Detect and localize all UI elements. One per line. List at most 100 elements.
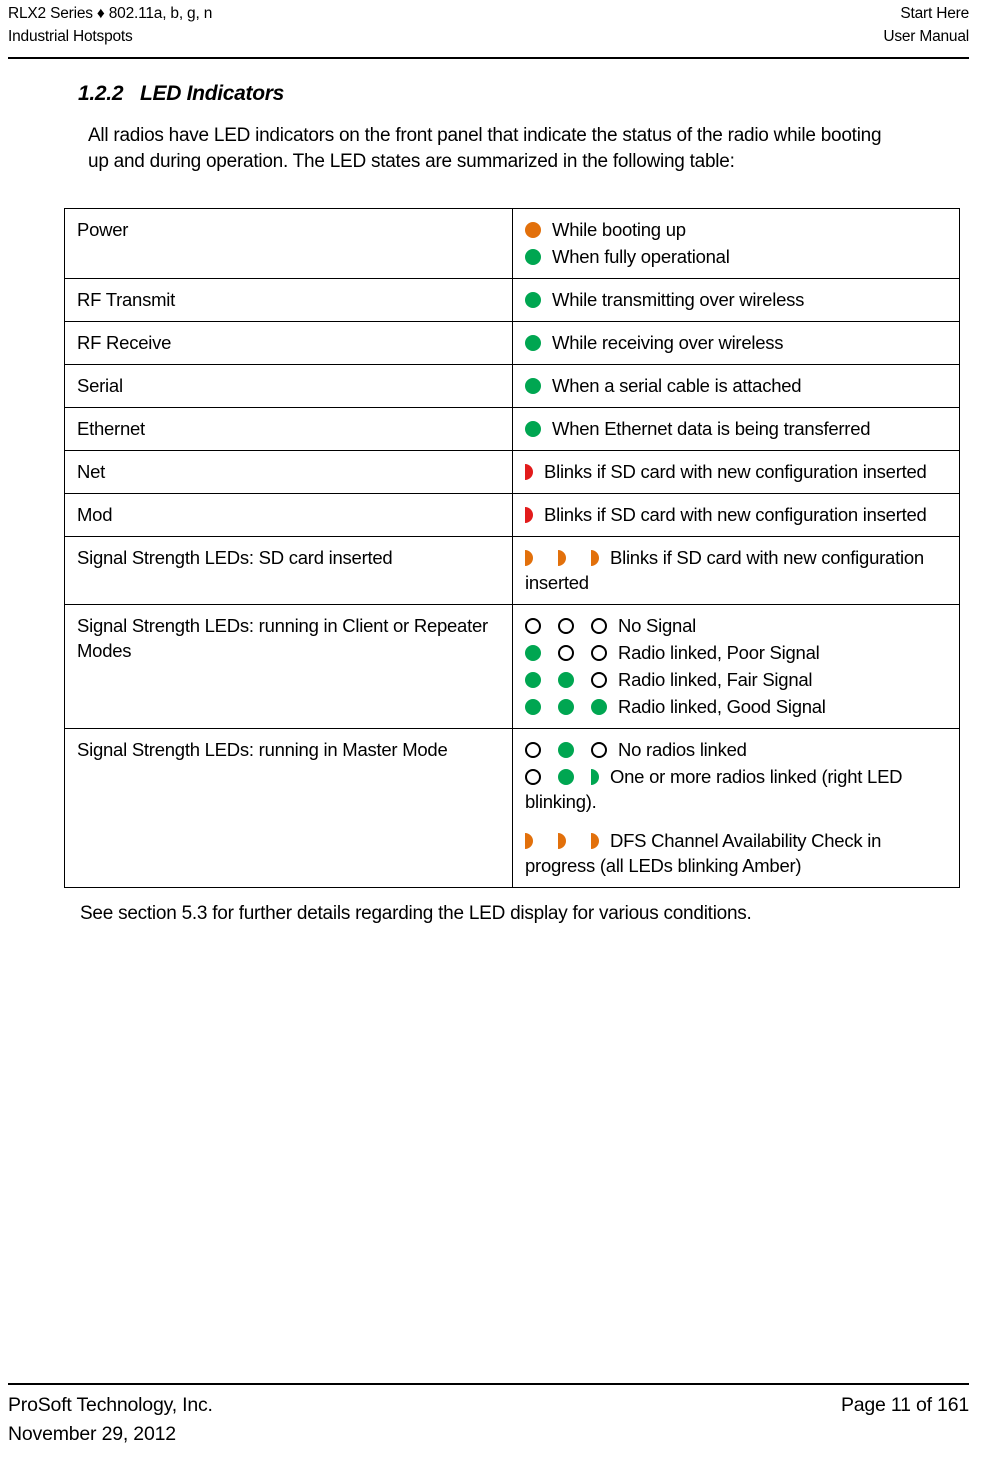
led-table-body: Power While booting up When fully operatio… [64, 208, 960, 888]
led-off-icon [591, 742, 607, 758]
section-heading: 1.2.2 LED Indicators [78, 80, 981, 108]
led-name-cell: Net [64, 450, 513, 494]
table-row: Net Blinks if SD card with new configurat… [64, 450, 960, 494]
led-glyph-group [525, 502, 533, 527]
led-state-line: Blinks if SD card with new configuration… [525, 545, 949, 595]
led-green-icon [525, 645, 541, 661]
led-description-cell: When a serial cable is attached [512, 364, 960, 408]
led-green-icon [525, 249, 541, 265]
led-glyph-group [525, 244, 541, 269]
footer-left-block: ProSoft Technology, Inc. November 29, 20… [8, 1391, 213, 1449]
led-state-line: While transmitting over wireless [525, 287, 949, 312]
led-blink-orange-icon [591, 833, 599, 849]
led-green-icon [525, 292, 541, 308]
led-green-icon [525, 378, 541, 394]
led-glyph-group [525, 694, 607, 719]
led-green-icon [558, 769, 574, 785]
table-row: RF Receive While receiving over wireless [64, 321, 960, 365]
table-row: Mod Blinks if SD card with new configurat… [64, 493, 960, 537]
led-state-text: When Ethernet data is being transferred [552, 418, 871, 439]
led-blink-orange-icon [525, 833, 533, 849]
led-state-line: When fully operational [525, 244, 949, 269]
led-glyph-group [525, 287, 541, 312]
led-state-text: No radios linked [618, 739, 747, 760]
led-off-icon [525, 618, 541, 634]
led-state-text: When fully operational [552, 246, 730, 267]
led-state-line: Blinks if SD card with new configuration… [525, 502, 949, 527]
led-state-text: Blinks if SD card with new configuration… [544, 504, 927, 525]
table-row: RF Transmit While transmitting over wirel… [64, 278, 960, 322]
led-off-icon [591, 618, 607, 634]
led-name-cell: Ethernet [64, 407, 513, 451]
led-indicators-table: Power While booting up When fully operatio… [64, 208, 960, 888]
table-row: Signal Strength LEDs: running in Client … [64, 604, 960, 729]
led-blink-orange-icon [591, 550, 599, 566]
led-description-cell: Blinks if SD card with new configuration… [512, 536, 960, 605]
footer-right-block: Page 11 of 161 [841, 1391, 969, 1420]
led-state-text: Radio linked, Fair Signal [618, 669, 813, 690]
led-description-cell: While receiving over wireless [512, 321, 960, 365]
led-green-icon [591, 699, 607, 715]
led-glyph-group [525, 545, 599, 570]
table-row: Power While booting up When fully operatio… [64, 208, 960, 279]
led-off-icon [525, 769, 541, 785]
led-off-icon [591, 645, 607, 661]
page-content: 1.2.2 LED Indicators All radios have LED … [0, 80, 981, 927]
led-state-line: When Ethernet data is being transferred [525, 416, 949, 441]
table-row: Serial When a serial cable is attached [64, 364, 960, 408]
led-green-icon [525, 335, 541, 351]
led-off-icon [558, 645, 574, 661]
page-header: RLX2 Series ♦ 802.11a, b, g, n Industria… [8, 0, 969, 58]
header-product-line: RLX2 Series ♦ 802.11a, b, g, n [8, 5, 213, 22]
footer-date: November 29, 2012 [8, 1423, 176, 1445]
led-description-cell: When Ethernet data is being transferred [512, 407, 960, 451]
led-state-text: While transmitting over wireless [552, 289, 805, 310]
led-blink-red-icon [525, 464, 533, 480]
table-row: Ethernet When Ethernet data is being tran… [64, 407, 960, 451]
led-state-line: No radios linked [525, 737, 949, 762]
led-green-icon [558, 699, 574, 715]
header-divider-rule [8, 57, 969, 59]
led-glyph-group [525, 764, 599, 789]
led-state-text: No Signal [618, 615, 696, 636]
section-number: 1.2.2 [78, 82, 124, 105]
led-green-icon [525, 672, 541, 688]
led-green-icon [558, 672, 574, 688]
led-blink-orange-icon [558, 550, 566, 566]
led-name-cell: Signal Strength LEDs: SD card inserted [64, 536, 513, 605]
led-description-cell: While transmitting over wireless [512, 278, 960, 322]
header-doc-type: Start Here [900, 5, 969, 22]
led-glyph-group [525, 667, 607, 692]
led-glyph-group [525, 737, 607, 762]
header-right-block: Start Here User Manual [883, 2, 969, 48]
led-state-line: When a serial cable is attached [525, 373, 949, 398]
led-state-text: While receiving over wireless [552, 332, 784, 353]
led-off-icon [558, 618, 574, 634]
led-state-line: Blinks if SD card with new configuration… [525, 459, 949, 484]
led-glyph-group [525, 330, 541, 355]
led-description-cell: No Signal Radio linked, Poor Signal Radio … [512, 604, 960, 729]
led-state-text: Blinks if SD card with new configuration… [544, 461, 927, 482]
led-description-cell: Blinks if SD card with new configuration… [512, 450, 960, 494]
led-blink-orange-icon [558, 833, 566, 849]
led-blink-red-icon [525, 507, 533, 523]
led-glyph-group [525, 459, 533, 484]
intro-paragraph: All radios have LED indicators on the fr… [88, 125, 882, 172]
led-glyph-group [525, 828, 599, 853]
footer-page-number: Page 11 of 161 [840, 1394, 969, 1416]
led-state-line: No Signal [525, 613, 949, 638]
header-product-subtitle: Industrial Hotspots [8, 28, 133, 45]
led-glyph-group [525, 373, 541, 398]
footer-company: ProSoft Technology, Inc. [8, 1394, 213, 1416]
section-title: LED Indicators [140, 82, 284, 105]
led-state-line: While booting up [525, 217, 949, 242]
led-state-line: One or more radios linked (right LED bli… [525, 764, 949, 814]
header-left-block: RLX2 Series ♦ 802.11a, b, g, n Industria… [8, 2, 212, 48]
led-description-cell: While booting up When fully operational [512, 208, 960, 279]
led-name-cell: Mod [64, 493, 513, 537]
led-glyph-group [525, 217, 541, 242]
led-green-icon [525, 699, 541, 715]
led-green-icon [558, 742, 574, 758]
led-name-cell: RF Receive [64, 321, 513, 365]
led-glyph-group [525, 640, 607, 665]
